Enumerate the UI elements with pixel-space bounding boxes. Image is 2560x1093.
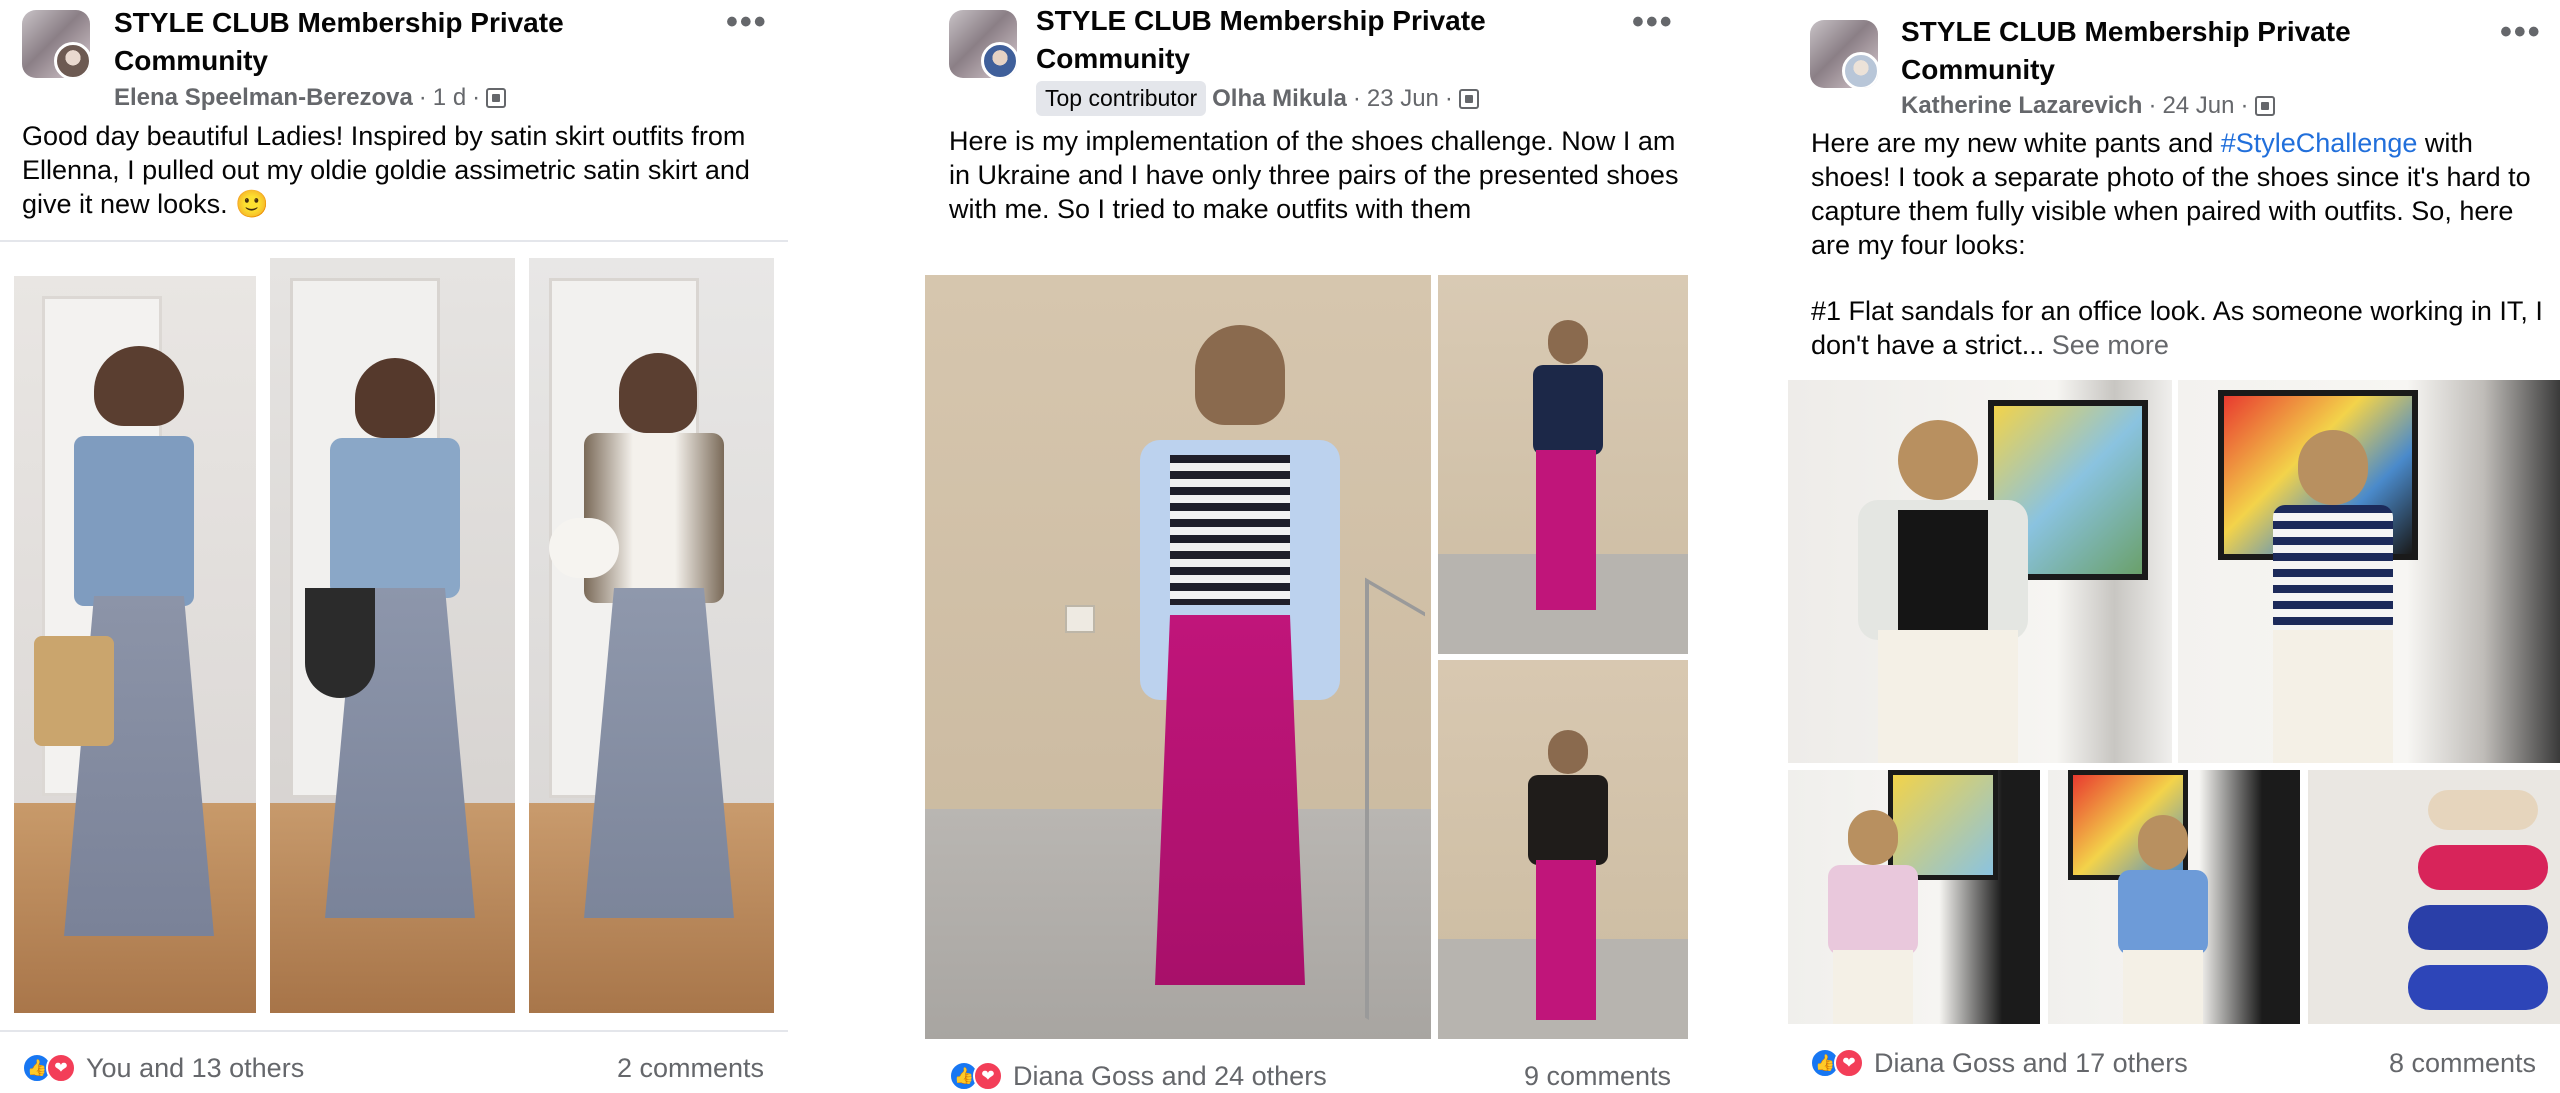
post-card: STYLE CLUB Membership Private Community … [925, 0, 1695, 1093]
reactions-summary[interactable]: 👍 ❤ [949, 1061, 1003, 1091]
post-text: Here is my implementation of the shoes c… [949, 126, 1679, 224]
more-options-icon[interactable]: ••• [1632, 5, 1674, 39]
person-figure [1548, 730, 1588, 774]
post-photo[interactable] [270, 258, 515, 1013]
post-text: Here are my new white pants and #StyleCh… [1811, 128, 2531, 260]
see-more-link[interactable]: See more [2052, 330, 2169, 360]
separator-dot: · [1352, 84, 1361, 112]
post-photo[interactable] [2308, 770, 2560, 1024]
post-text: Good day beautiful Ladies! Inspired by s… [22, 121, 750, 219]
person-figure [1195, 325, 1285, 425]
group-avatar[interactable] [22, 10, 90, 78]
person-figure [2298, 430, 2368, 505]
post-footer: 👍 ❤ You and 13 others 2 comments [22, 1050, 764, 1086]
person-figure [2138, 815, 2188, 870]
divider [0, 240, 788, 242]
post-meta: Top contributor Olha Mikula · 23 Jun · [1036, 81, 1479, 116]
top-contributor-badge[interactable]: Top contributor [1036, 81, 1207, 116]
reactions-summary[interactable]: 👍 ❤ [22, 1053, 76, 1083]
person-figure [1848, 810, 1898, 865]
post-photo[interactable] [2048, 770, 2300, 1024]
post-photo[interactable] [1438, 660, 1688, 1039]
group-name-link[interactable]: STYLE CLUB Membership Private Community [1901, 13, 2421, 89]
author-name[interactable]: Elena Speelman-Berezova [114, 84, 413, 112]
reactions-count[interactable]: You and 13 others [86, 1053, 304, 1084]
author-avatar[interactable] [981, 42, 1017, 78]
person-figure [1548, 320, 1588, 364]
post-photo[interactable] [1788, 380, 2172, 763]
love-reaction-icon: ❤ [973, 1061, 1003, 1091]
separator-dot: · [1444, 84, 1453, 112]
more-options-icon[interactable]: ••• [726, 5, 768, 39]
person-figure [94, 346, 184, 426]
comments-count[interactable]: 8 comments [2389, 1048, 2536, 1079]
reactions-summary[interactable]: 👍 ❤ [1810, 1048, 1864, 1078]
post-text-continued: #1 Flat sandals for an office look. As s… [1811, 296, 2543, 360]
post-photo[interactable] [1788, 770, 2040, 1024]
group-name-link[interactable]: STYLE CLUB Membership Private Community [114, 4, 634, 80]
group-avatar[interactable] [949, 10, 1017, 78]
separator-dot: · [418, 84, 427, 111]
post-photo[interactable] [1438, 275, 1688, 654]
reactions-count[interactable]: Diana Goss and 17 others [1874, 1048, 2188, 1079]
author-name[interactable]: Olha Mikula [1212, 85, 1347, 113]
person-figure [355, 358, 435, 438]
post-meta: Elena Speelman-Berezova · 1 d · [114, 84, 507, 112]
post-card: STYLE CLUB Membership Private Community … [0, 0, 788, 1093]
person-figure [1898, 420, 1978, 500]
post-footer: 👍 ❤ Diana Goss and 17 others 8 comments [1810, 1045, 2536, 1081]
comments-count[interactable]: 9 comments [1524, 1061, 1671, 1092]
person-figure [619, 353, 697, 433]
divider [0, 1030, 788, 1032]
more-options-icon[interactable]: ••• [2500, 15, 2542, 49]
post-photo[interactable] [2178, 380, 2560, 763]
post-time[interactable]: 24 Jun [2162, 92, 2234, 120]
author-avatar[interactable] [1842, 52, 1878, 88]
post-footer: 👍 ❤ Diana Goss and 24 others 9 comments [949, 1058, 1671, 1093]
post-time[interactable]: 1 d [433, 84, 466, 112]
post-photo[interactable] [14, 276, 256, 1013]
group-avatar[interactable] [1810, 20, 1878, 88]
post-meta: Katherine Lazarevich · 24 Jun · [1901, 92, 2275, 120]
post-photo[interactable] [925, 275, 1431, 1039]
post-time[interactable]: 23 Jun [1367, 85, 1439, 113]
post-photo[interactable] [529, 258, 774, 1013]
group-members-icon [1458, 88, 1479, 109]
group-members-icon [2254, 96, 2275, 116]
separator-dot: · [2240, 92, 2249, 119]
love-reaction-icon: ❤ [46, 1053, 76, 1083]
comments-count[interactable]: 2 comments [617, 1053, 764, 1084]
reactions-count[interactable]: Diana Goss and 24 others [1013, 1061, 1327, 1092]
separator-dot: · [472, 84, 481, 111]
group-members-icon [486, 88, 507, 108]
author-avatar[interactable] [54, 42, 90, 78]
separator-dot: · [2148, 92, 2157, 119]
author-name[interactable]: Katherine Lazarevich [1901, 92, 2142, 120]
post-card: STYLE CLUB Membership Private Community … [1788, 0, 2560, 1093]
love-reaction-icon: ❤ [1834, 1048, 1864, 1078]
group-name-link[interactable]: STYLE CLUB Membership Private Community [1036, 2, 1556, 78]
hashtag-link[interactable]: #StyleChallenge [2221, 128, 2418, 158]
